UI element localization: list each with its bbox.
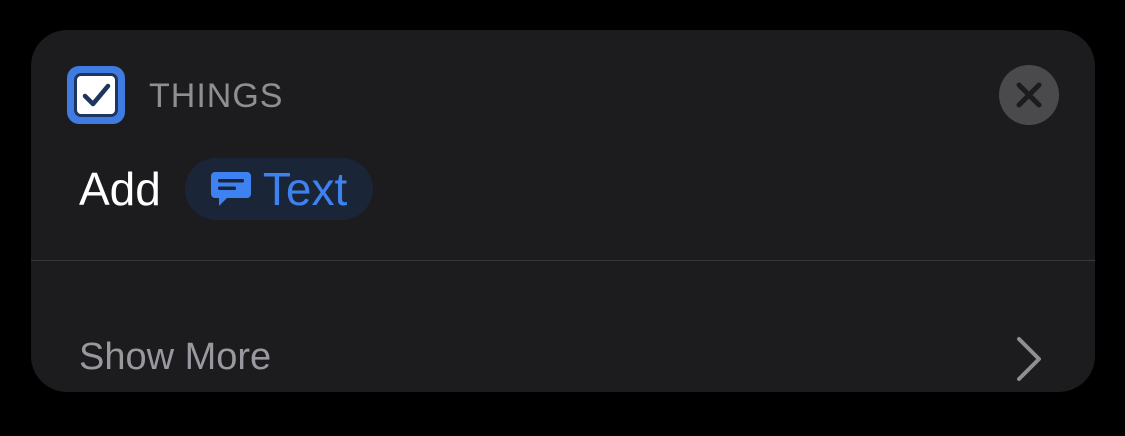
action-summary: Add Text: [79, 158, 374, 220]
parameter-label: Text: [262, 163, 348, 215]
checkbox-icon: [82, 83, 111, 107]
app-name: THINGS: [149, 77, 284, 115]
action-verb: Add: [79, 163, 161, 215]
close-icon: [1016, 82, 1042, 108]
things-app-icon: [67, 66, 125, 124]
show-more-row[interactable]: Show More: [31, 261, 1095, 392]
chevron-right-icon: [1017, 337, 1041, 381]
close-button[interactable]: [999, 65, 1059, 125]
message-bubble-icon: [210, 172, 251, 206]
action-card: THINGS Add Text Show More: [31, 30, 1095, 392]
text-parameter-token[interactable]: Text: [184, 158, 374, 220]
show-more-label: Show More: [79, 336, 272, 378]
